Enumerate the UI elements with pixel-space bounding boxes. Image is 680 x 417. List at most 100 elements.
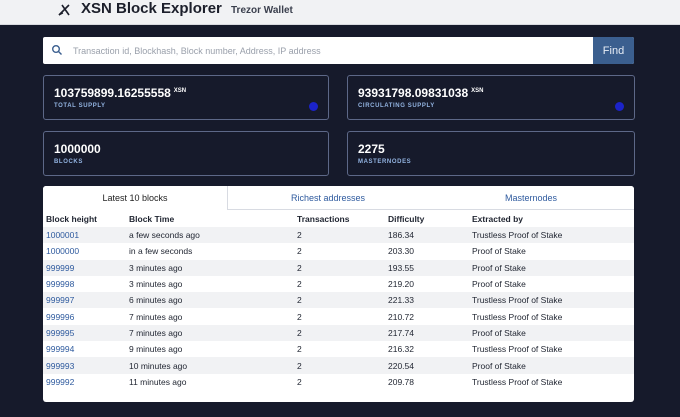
table-cell: 1000000	[43, 243, 126, 259]
table-cell: 193.55	[388, 262, 414, 273]
table-cell: 999997	[43, 292, 126, 308]
table-cell: 999998	[43, 276, 126, 292]
table-cell: 2	[297, 295, 302, 306]
block-height-link[interactable]: 999994	[46, 344, 74, 354]
tab-masternodes[interactable]: Masternodes	[428, 186, 634, 210]
table-cell: 999996	[43, 308, 126, 324]
table-cell: 999994	[43, 341, 126, 357]
table-cell: 1000001	[43, 227, 126, 243]
block-height-link[interactable]: 1000000	[46, 246, 79, 256]
block-height-link[interactable]: 999995	[46, 328, 74, 338]
block-height-link[interactable]: 999992	[46, 377, 74, 387]
top-navbar: XSN Block Explorer Trezor Wallet	[0, 0, 680, 25]
brand-title[interactable]: XSN Block Explorer	[81, 0, 222, 17]
table-cell: 219.20	[388, 279, 414, 290]
table-cell: 10 minutes ago	[129, 360, 188, 371]
masternodes-label: MASTERNODES	[358, 159, 412, 165]
find-button[interactable]: Find	[593, 37, 634, 64]
table-cell: 2	[297, 344, 302, 355]
trezor-wallet-link[interactable]: Trezor Wallet	[231, 5, 293, 16]
table-cell: 2	[297, 279, 302, 290]
table-cell: 210.72	[388, 311, 414, 322]
table-row: 999996 7 minutes ago 2 210.72 Trustless Proo…	[43, 308, 634, 324]
table-cell: 221.33	[388, 295, 414, 306]
masternodes-card: 2275 MASTERNODES	[347, 131, 635, 176]
table-cell: Proof of Stake	[472, 327, 526, 338]
circulating-supply-number: 93931798.09831038	[358, 86, 469, 100]
blocks-label: BLOCKS	[54, 159, 83, 165]
table-cell: Trustless Proof of Stake	[472, 344, 563, 355]
circulating-supply-value: 93931798.09831038 XSN	[358, 86, 483, 100]
block-height-link[interactable]: 999993	[46, 361, 74, 371]
block-height-link[interactable]: 999996	[46, 312, 74, 322]
table-cell: in a few seconds	[129, 246, 193, 257]
column-header: Difficulty	[388, 214, 425, 224]
circulating-supply-label: CIRCULATING SUPPLY	[358, 103, 435, 109]
circulating-supply-card: 93931798.09831038 XSN CIRCULATING SUPPLY	[347, 75, 635, 120]
table-cell: 2	[297, 262, 302, 273]
search-icon	[52, 45, 62, 55]
table-cell: Trustless Proof of Stake	[472, 311, 563, 322]
table-row: 1000000 in a few seconds 2 203.30 Proof of S…	[43, 243, 634, 259]
table-cell: 2	[297, 360, 302, 371]
table-cell: 6 minutes ago	[129, 295, 183, 306]
block-height-link[interactable]: 1000001	[46, 230, 79, 240]
table-cell: 7 minutes ago	[129, 311, 183, 322]
column-header: Extracted by	[472, 214, 524, 224]
table-row: 999994 9 minutes ago 2 216.32 Trustless Proo…	[43, 341, 634, 357]
table-cell: 7 minutes ago	[129, 327, 183, 338]
table-cell: 216.32	[388, 344, 414, 355]
blocks-table: Block height Block Time Transactions Dif…	[43, 211, 634, 390]
table-cell: 186.34	[388, 230, 414, 241]
table-row: 999993 10 minutes ago 2 220.54 Proof of Stak…	[43, 357, 634, 374]
search-bar: Find	[43, 37, 634, 64]
table-cell: Proof of Stake	[472, 360, 526, 371]
total-supply-value: 103759899.16255558 XSN	[54, 86, 186, 100]
table-cell: 999992	[43, 374, 126, 390]
table-cell: 2	[297, 311, 302, 322]
blocks-panel: Latest 10 blocks Richest addresses Maste…	[43, 186, 634, 402]
table-cell: Trustless Proof of Stake	[472, 230, 563, 241]
table-cell: 2	[297, 327, 302, 338]
tab-bar: Latest 10 blocks Richest addresses Maste…	[43, 186, 634, 210]
table-cell: a few seconds ago	[129, 230, 200, 241]
table-row: 999995 7 minutes ago 2 217.74 Proof of Stake	[43, 324, 634, 342]
table-cell: Proof of Stake	[472, 262, 526, 273]
table-cell: 220.54	[388, 360, 414, 371]
table-cell: 11 minutes ago	[129, 376, 187, 387]
table-cell: 999999	[43, 260, 126, 276]
block-height-link[interactable]: 999998	[46, 279, 74, 289]
tab-latest-blocks[interactable]: Latest 10 blocks	[43, 186, 228, 210]
table-cell: 9 minutes ago	[129, 344, 183, 355]
table-cell: 2	[297, 376, 302, 387]
circulating-supply-unit: XSN	[471, 88, 484, 94]
column-header: Block Time	[129, 214, 175, 224]
table-cell: Trustless Proof of Stake	[472, 376, 563, 387]
table-header-row: Block height Block Time Transactions Dif…	[43, 211, 634, 227]
table-cell: 999995	[43, 325, 126, 341]
total-supply-card: 103759899.16255558 XSN TOTAL SUPPLY	[43, 75, 329, 120]
block-height-link[interactable]: 999999	[46, 263, 74, 273]
tab-richest-addresses[interactable]: Richest addresses	[228, 186, 428, 210]
status-dot	[309, 102, 318, 111]
column-header: Block height	[46, 214, 98, 224]
table-cell: 203.30	[388, 246, 414, 257]
search-input[interactable]	[73, 37, 593, 64]
table-cell: 999993	[43, 357, 126, 373]
blocks-value: 1000000	[54, 142, 101, 156]
block-height-link[interactable]: 999997	[46, 295, 74, 305]
xsn-logo-icon[interactable]	[56, 2, 72, 18]
table-cell: Proof of Stake	[472, 279, 526, 290]
table-cell: 217.74	[388, 327, 414, 338]
masternodes-value: 2275	[358, 142, 385, 156]
table-cell: 209.78	[388, 376, 414, 387]
table-cell: Proof of Stake	[472, 246, 526, 257]
table-cell: 2	[297, 246, 302, 257]
table-row: 1000001 a few seconds ago 2 186.34 Trustless…	[43, 227, 634, 244]
table-cell: 2	[297, 230, 302, 241]
status-dot	[615, 102, 624, 111]
table-cell: 3 minutes ago	[129, 262, 183, 273]
table-row: 999999 3 minutes ago 2 193.55 Proof of Stake	[43, 259, 634, 276]
table-cell: Trustless Proof of Stake	[472, 295, 563, 306]
table-row: 999997 6 minutes ago 2 221.33 Trustless Proo…	[43, 292, 634, 309]
